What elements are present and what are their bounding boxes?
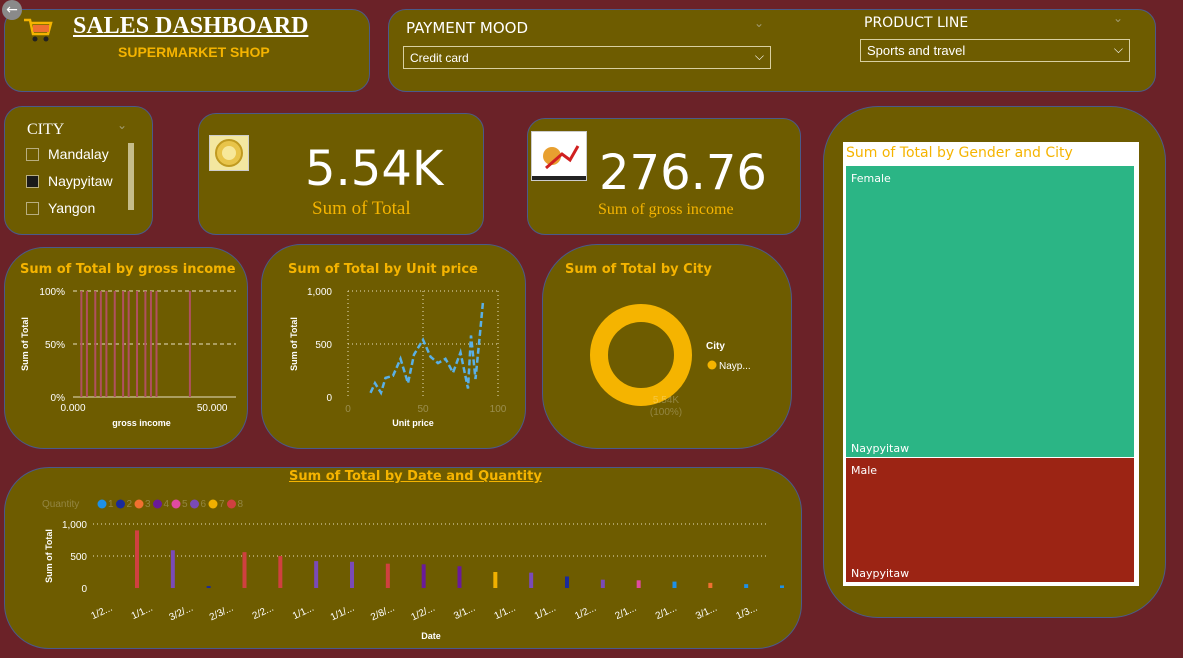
x-tick-label: 1/1/...: [329, 603, 356, 624]
bar: [744, 584, 749, 588]
bar: [457, 566, 462, 588]
x-tick-label: 3/1...: [452, 603, 477, 622]
legend-label: 1: [108, 499, 114, 510]
bar: [780, 585, 784, 588]
legend-marker: [116, 499, 125, 509]
x-tick-label: 1/1...: [130, 603, 155, 622]
legend-label: 5: [182, 499, 188, 510]
legend-marker: [97, 499, 107, 509]
legend-label: 6: [201, 499, 207, 510]
bar: [278, 556, 283, 588]
x-tick-label: 1/3...: [734, 603, 759, 622]
x-tick-label: 2/2...: [251, 603, 276, 622]
x-tick-label: 2/3/...: [208, 603, 235, 624]
legend-label: 8: [238, 499, 244, 510]
y-tick-label: 1,000: [62, 520, 87, 531]
bar: [565, 576, 569, 588]
bar: [314, 561, 319, 588]
bar: [135, 530, 139, 588]
x-tick-label: 1/2/...: [409, 603, 436, 624]
date-quantity-chart[interactable]: 1,000 500 0 Quantity 1 2 3 4 5 6 7 8 1/2... 1/1... 3/2…: [0, 0, 1183, 658]
x-tick-label: 1/1...: [533, 603, 558, 622]
legend-marker: [208, 499, 218, 509]
bar: [242, 552, 247, 588]
bar: [672, 581, 677, 588]
legend-label: 3: [145, 499, 151, 510]
bar: [600, 579, 605, 588]
y-tick-label: 0: [81, 584, 87, 595]
x-tick-label: 3/2/...: [168, 603, 195, 624]
legend-marker: [227, 499, 236, 509]
bar: [493, 572, 498, 588]
x-tick-label: 1/2...: [573, 603, 598, 622]
bar: [636, 580, 641, 588]
x-tick-label: 3/1...: [694, 603, 719, 622]
x-axis-title: Date: [421, 631, 441, 641]
legend-label: 4: [164, 499, 170, 510]
x-tick-label: 2/1...: [614, 603, 639, 622]
legend-marker: [171, 499, 181, 509]
legend-marker: [190, 499, 199, 509]
x-tick-label: 2/8/...: [369, 603, 396, 624]
bar: [206, 586, 211, 588]
legend-label: 2: [127, 499, 133, 510]
legend-title: Quantity: [42, 499, 79, 510]
bar: [385, 563, 390, 588]
legend-label: 7: [219, 499, 225, 510]
x-tick-label: 1/1...: [291, 603, 316, 622]
legend-marker: [153, 499, 162, 509]
legend-marker: [134, 499, 144, 509]
bar: [170, 550, 175, 588]
y-tick-label: 500: [70, 552, 87, 563]
x-tick-label: 1/2...: [89, 603, 114, 622]
x-tick-label: 1/1...: [493, 603, 518, 622]
bar: [421, 564, 426, 588]
bar: [529, 572, 534, 588]
bar: [350, 561, 354, 588]
y-axis-title: Sum of Total: [44, 529, 54, 583]
bar: [708, 582, 713, 588]
x-tick-label: 2/1...: [654, 603, 679, 622]
